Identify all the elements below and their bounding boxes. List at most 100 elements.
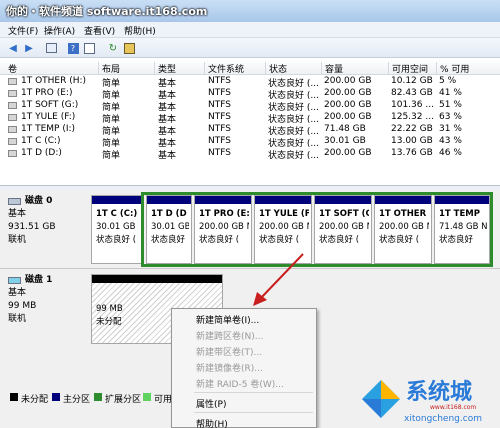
- legend-label-free: 可用: [154, 395, 173, 405]
- partition-h[interactable]: 1T OTHER 200.00 GB N 状态良好 (: [374, 195, 432, 264]
- partition-color-bar: [435, 196, 489, 204]
- menu-action[interactable]: 操作(A): [44, 24, 75, 37]
- col-header-volume[interactable]: 卷: [0, 62, 17, 75]
- menu-help-item[interactable]: 帮助(H): [196, 417, 228, 428]
- partition-status: 状态良好: [151, 235, 186, 245]
- legend-label-unallocated: 未分配: [21, 395, 49, 405]
- list-view-icon[interactable]: [44, 41, 58, 55]
- partition-status: 状态良好 (: [96, 235, 137, 245]
- volume-name: 1T C (C:): [21, 136, 61, 146]
- menu-new-raid5-volume[interactable]: 新建 RAID-5 卷(W)...: [196, 377, 284, 390]
- removable-disk-icon: [8, 277, 21, 284]
- menu-new-spanned-volume[interactable]: 新建跨区卷(N)...: [196, 329, 263, 342]
- disk-icon[interactable]: [122, 41, 136, 55]
- partition-status: 状态良好 (: [379, 235, 420, 245]
- partition-size: 30.01 GB: [151, 222, 189, 232]
- disk1-type: 基本: [8, 288, 27, 298]
- watermark-logo-icon: [362, 380, 400, 418]
- partition-status: 未分配: [96, 317, 122, 327]
- legend-label-extended: 扩展分区: [105, 395, 142, 405]
- refresh-icon[interactable]: ↻: [106, 41, 120, 55]
- disk1-state: 联机: [8, 314, 27, 324]
- volume-fs: NTFS: [208, 88, 231, 98]
- partition-c[interactable]: 1T C (C:) 30.01 GB 状态良好 (: [91, 195, 142, 264]
- col-header-free[interactable]: 可用空间: [388, 62, 428, 75]
- partition-d[interactable]: 1T D (D 30.01 GB 状态良好: [146, 195, 192, 264]
- volume-row[interactable]: 1T OTHER (H:) 简单 基本 NTFS 状态良好 (... 200.0…: [0, 76, 500, 89]
- volume-row[interactable]: 1T PRO (E:) 简单 基本 NTFS 状态良好 (... 200.00 …: [0, 88, 500, 101]
- watermark-url: xitongcheng.com: [404, 414, 482, 424]
- menu-separator: [194, 412, 313, 413]
- partition-size: 200.00 GB N: [379, 222, 429, 232]
- drive-icon: [8, 78, 17, 85]
- volume-list-header: 卷 布局 类型 文件系统 状态 容量 可用空间 % 可用: [0, 59, 500, 75]
- partition-status: 状态良好 (: [199, 235, 240, 245]
- col-header-layout[interactable]: 布局: [98, 62, 120, 75]
- volume-percent: 5 %: [439, 76, 457, 86]
- partition-name: 1T C (C:): [96, 209, 138, 219]
- menu-new-striped-volume[interactable]: 新建带区卷(T)...: [196, 345, 262, 358]
- volume-free: 10.12 GB: [391, 76, 433, 86]
- partition-e[interactable]: 1T PRO (E: 200.00 GB N 状态良好 (: [194, 195, 252, 264]
- volume-free: 101.36 ...: [391, 100, 434, 110]
- volume-free: 22.22 GB: [391, 124, 433, 134]
- partition-i[interactable]: 1T TEMP 71.48 GB N 状态良好: [434, 195, 490, 264]
- volume-capacity: 200.00 GB: [324, 148, 372, 158]
- volume-capacity: 71.48 GB: [324, 124, 366, 134]
- volume-name: 1T PRO (E:): [21, 88, 73, 98]
- volume-percent: 43 %: [439, 136, 462, 146]
- menu-file[interactable]: 文件(F): [8, 24, 38, 37]
- legend-swatch-unallocated: [10, 393, 18, 401]
- volume-capacity: 200.00 GB: [324, 100, 372, 110]
- drive-icon: [8, 126, 17, 133]
- partition-color-bar: [92, 275, 222, 283]
- partition-name: 1T PRO (E:: [199, 209, 249, 219]
- menu-help[interactable]: 帮助(H): [124, 24, 156, 37]
- volume-row[interactable]: 1T C (C:) 简单 基本 NTFS 状态良好 (... 30.01 GB …: [0, 136, 500, 149]
- partition-name: 1T YULE (F: [259, 209, 309, 219]
- col-header-status[interactable]: 状态: [265, 62, 287, 75]
- volume-row[interactable]: 1T TEMP (I:) 简单 基本 NTFS 状态良好 (... 71.48 …: [0, 124, 500, 137]
- disk0-name: 磁盘 0: [25, 196, 53, 206]
- partition-size: 200.00 GB N: [259, 222, 309, 232]
- watermark-small: www.it168.com: [430, 404, 477, 411]
- toolbar: ◀ ▶ ? ↻: [0, 38, 500, 58]
- col-header-percent[interactable]: % 可用: [436, 62, 469, 75]
- partition-color-bar: [315, 196, 371, 204]
- partition-g[interactable]: 1T SOFT (C 200.00 GB N 状态良好 (: [314, 195, 372, 264]
- volume-free: 82.43 GB: [391, 88, 433, 98]
- partition-color-bar: [147, 196, 191, 204]
- drive-icon: [8, 114, 17, 121]
- volume-status: 状态良好 (...: [268, 151, 319, 161]
- menu-view[interactable]: 查看(V): [84, 24, 115, 37]
- volume-row[interactable]: 1T YULE (F:) 简单 基本 NTFS 状态良好 (... 200.00…: [0, 112, 500, 125]
- volume-layout: 简单: [102, 151, 121, 161]
- disk0-label[interactable]: 磁盘 0 基本 931.51 GB 联机: [8, 195, 90, 247]
- partition-size: 30.01 GB: [96, 222, 136, 232]
- disk0-size: 931.51 GB: [8, 222, 56, 232]
- forward-arrow-icon[interactable]: ▶: [22, 41, 36, 55]
- volume-name: 1T OTHER (H:): [21, 76, 87, 86]
- volume-row[interactable]: 1T SOFT (G:) 简单 基本 NTFS 状态良好 (... 200.00…: [0, 100, 500, 113]
- col-header-filesystem[interactable]: 文件系统: [204, 62, 244, 75]
- disk0-state: 联机: [8, 235, 27, 245]
- volume-percent: 51 %: [439, 100, 462, 110]
- help-icon[interactable]: ?: [66, 41, 80, 55]
- volume-name: 1T D (D:): [21, 148, 62, 158]
- disk1-label[interactable]: 磁盘 1 基本 99 MB 联机: [8, 274, 90, 326]
- volume-percent: 31 %: [439, 124, 462, 134]
- menu-new-simple-volume[interactable]: 新建简单卷(I)...: [196, 313, 259, 326]
- volume-row[interactable]: 1T D (D:) 简单 基本 NTFS 状态良好 (... 200.00 GB…: [0, 148, 500, 161]
- volume-fs: NTFS: [208, 124, 231, 134]
- menu-new-mirrored-volume[interactable]: 新建镜像卷(R)...: [196, 361, 263, 374]
- partition-name: 1T TEMP: [439, 209, 480, 219]
- partition-status: 状态良好 (: [259, 235, 300, 245]
- col-header-capacity[interactable]: 容量: [321, 62, 343, 75]
- partition-size: 99 MB: [96, 304, 123, 314]
- properties-icon[interactable]: [82, 41, 96, 55]
- volume-fs: NTFS: [208, 76, 231, 86]
- col-header-type[interactable]: 类型: [154, 62, 176, 75]
- partition-color-bar: [195, 196, 251, 204]
- back-arrow-icon[interactable]: ◀: [6, 41, 20, 55]
- partition-status: 状态良好: [439, 235, 474, 245]
